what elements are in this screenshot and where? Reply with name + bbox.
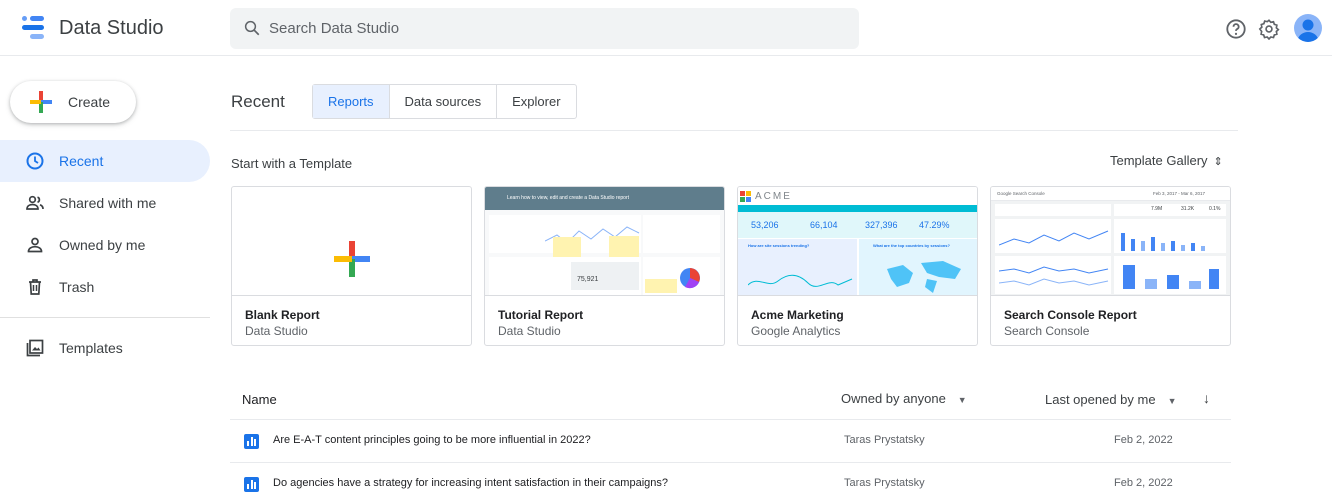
sc-title: Google Search Console xyxy=(997,191,1045,196)
sidebar-divider xyxy=(0,317,210,318)
search-icon[interactable] xyxy=(243,19,261,37)
people-icon xyxy=(26,195,44,210)
plus-icon xyxy=(334,241,370,277)
table-header: Name Owned by anyone ▼ Last opened by me ▼… xyxy=(230,378,1231,420)
report-owner: Taras Prystatsky xyxy=(844,477,925,489)
tutorial-banner-text: Learn how to view, edit and create a Dat… xyxy=(507,195,630,201)
report-icon xyxy=(244,477,259,492)
table-row[interactable]: Are E-A-T content principles going to be… xyxy=(230,420,1231,463)
create-label: Create xyxy=(68,94,111,110)
page-title: Recent xyxy=(231,92,285,111)
sc-metric: 7.9M xyxy=(1151,206,1163,212)
template-card-tutorial[interactable]: Learn how to view, edit and create a Dat… xyxy=(484,186,725,346)
report-date: Feb 2, 2022 xyxy=(1114,477,1173,489)
sidebar-item-owned[interactable]: Owned by me xyxy=(0,224,210,266)
settings-icon[interactable] xyxy=(1258,18,1280,40)
data-studio-logo[interactable] xyxy=(22,16,48,40)
template-thumbnail xyxy=(232,187,471,296)
template-gallery-label: Template Gallery xyxy=(1110,153,1208,168)
sidebar-item-label: Trash xyxy=(59,279,95,295)
report-owner: Taras Prystatsky xyxy=(844,434,925,446)
tab-bar: Reports Data sources Explorer xyxy=(312,84,577,119)
chevron-down-icon: ▼ xyxy=(957,395,967,405)
templates-icon xyxy=(26,339,44,357)
sidebar-item-label: Templates xyxy=(59,340,123,356)
sort-field-dropdown[interactable]: Last opened by me ▼ xyxy=(1045,392,1177,407)
person-icon xyxy=(27,237,43,253)
card-subtitle: Data Studio xyxy=(245,324,308,338)
acme-question: How are site sessions trending? xyxy=(748,243,810,248)
search-bar[interactable] xyxy=(230,8,859,49)
sidebar-item-templates[interactable]: Templates xyxy=(0,327,210,369)
divider xyxy=(230,130,1238,131)
sort-direction-icon[interactable]: ↓ xyxy=(1203,390,1210,406)
chevron-down-icon: ▼ xyxy=(1167,396,1177,406)
search-input[interactable] xyxy=(269,8,829,49)
template-card-acme[interactable]: ACME 53,206 66,104 327,396 47.29% How ar… xyxy=(737,186,978,346)
avatar[interactable] xyxy=(1294,14,1322,42)
tab-data-sources[interactable]: Data sources xyxy=(390,85,498,118)
app-name: Data Studio xyxy=(59,17,164,39)
tab-explorer[interactable]: Explorer xyxy=(497,85,575,118)
card-subtitle: Search Console xyxy=(1004,324,1090,338)
user-icon xyxy=(1297,19,1319,42)
card-subtitle: Data Studio xyxy=(498,324,561,338)
template-card-search-console[interactable]: Google Search Console Feb 3, 2017 - Mar … xyxy=(990,186,1231,346)
report-date: Feb 2, 2022 xyxy=(1114,434,1173,446)
card-title: Tutorial Report xyxy=(498,308,584,322)
template-thumbnail: Google Search Console Feb 3, 2017 - Mar … xyxy=(991,187,1230,296)
card-title: Blank Report xyxy=(245,308,320,322)
create-button[interactable]: Create xyxy=(10,81,136,123)
clock-icon xyxy=(26,152,44,170)
sidebar-item-label: Recent xyxy=(59,153,104,169)
acme-metric: 327,396 xyxy=(865,220,898,230)
tutorial-metric: 75,921 xyxy=(577,276,599,283)
templates-heading: Start with a Template xyxy=(231,156,353,171)
owner-filter-dropdown[interactable]: Owned by anyone ▼ xyxy=(841,391,967,406)
acme-logo: ACME xyxy=(755,191,792,202)
trash-icon xyxy=(29,279,41,295)
top-app-bar: Data Studio xyxy=(0,0,1332,56)
report-name[interactable]: Do agencies have a strategy for increasi… xyxy=(273,477,668,489)
unfold-icon: ⇕ xyxy=(1213,156,1223,168)
column-name[interactable]: Name xyxy=(242,392,277,407)
template-card-blank[interactable]: Blank Report Data Studio xyxy=(231,186,472,346)
sc-metric: 0.1% xyxy=(1209,206,1221,212)
sidebar-item-trash[interactable]: Trash xyxy=(0,266,210,308)
card-title: Search Console Report xyxy=(1004,308,1137,322)
sort-field-label: Last opened by me xyxy=(1045,392,1156,407)
sidebar-item-label: Shared with me xyxy=(59,195,157,211)
acme-metric: 53,206 xyxy=(751,220,779,230)
acme-metric: 47.29% xyxy=(919,220,950,230)
tab-reports[interactable]: Reports xyxy=(313,85,390,118)
card-subtitle: Google Analytics xyxy=(751,324,841,338)
acme-question: What are the top countries by sessions? xyxy=(873,243,950,248)
help-icon[interactable] xyxy=(1225,18,1247,40)
template-thumbnail: Learn how to view, edit and create a Dat… xyxy=(485,187,724,296)
report-name[interactable]: Are E-A-T content principles going to be… xyxy=(273,434,591,446)
template-gallery-button[interactable]: Template Gallery ⇕ xyxy=(1110,153,1223,173)
sc-dates: Feb 3, 2017 - Mar 6, 2017 xyxy=(1153,191,1206,196)
sidebar-item-recent[interactable]: Recent xyxy=(0,140,210,182)
card-title: Acme Marketing xyxy=(751,308,844,322)
table-row[interactable]: Do agencies have a strategy for increasi… xyxy=(230,463,1231,498)
report-icon xyxy=(244,434,259,449)
owner-filter-label: Owned by anyone xyxy=(841,391,946,406)
sc-metric: 31.2K xyxy=(1181,206,1195,212)
plus-icon xyxy=(30,91,52,113)
sidebar-item-label: Owned by me xyxy=(59,237,146,253)
acme-metric: 66,104 xyxy=(810,220,838,230)
template-thumbnail: ACME 53,206 66,104 327,396 47.29% How ar… xyxy=(738,187,977,296)
sidebar-item-shared[interactable]: Shared with me xyxy=(0,182,210,224)
